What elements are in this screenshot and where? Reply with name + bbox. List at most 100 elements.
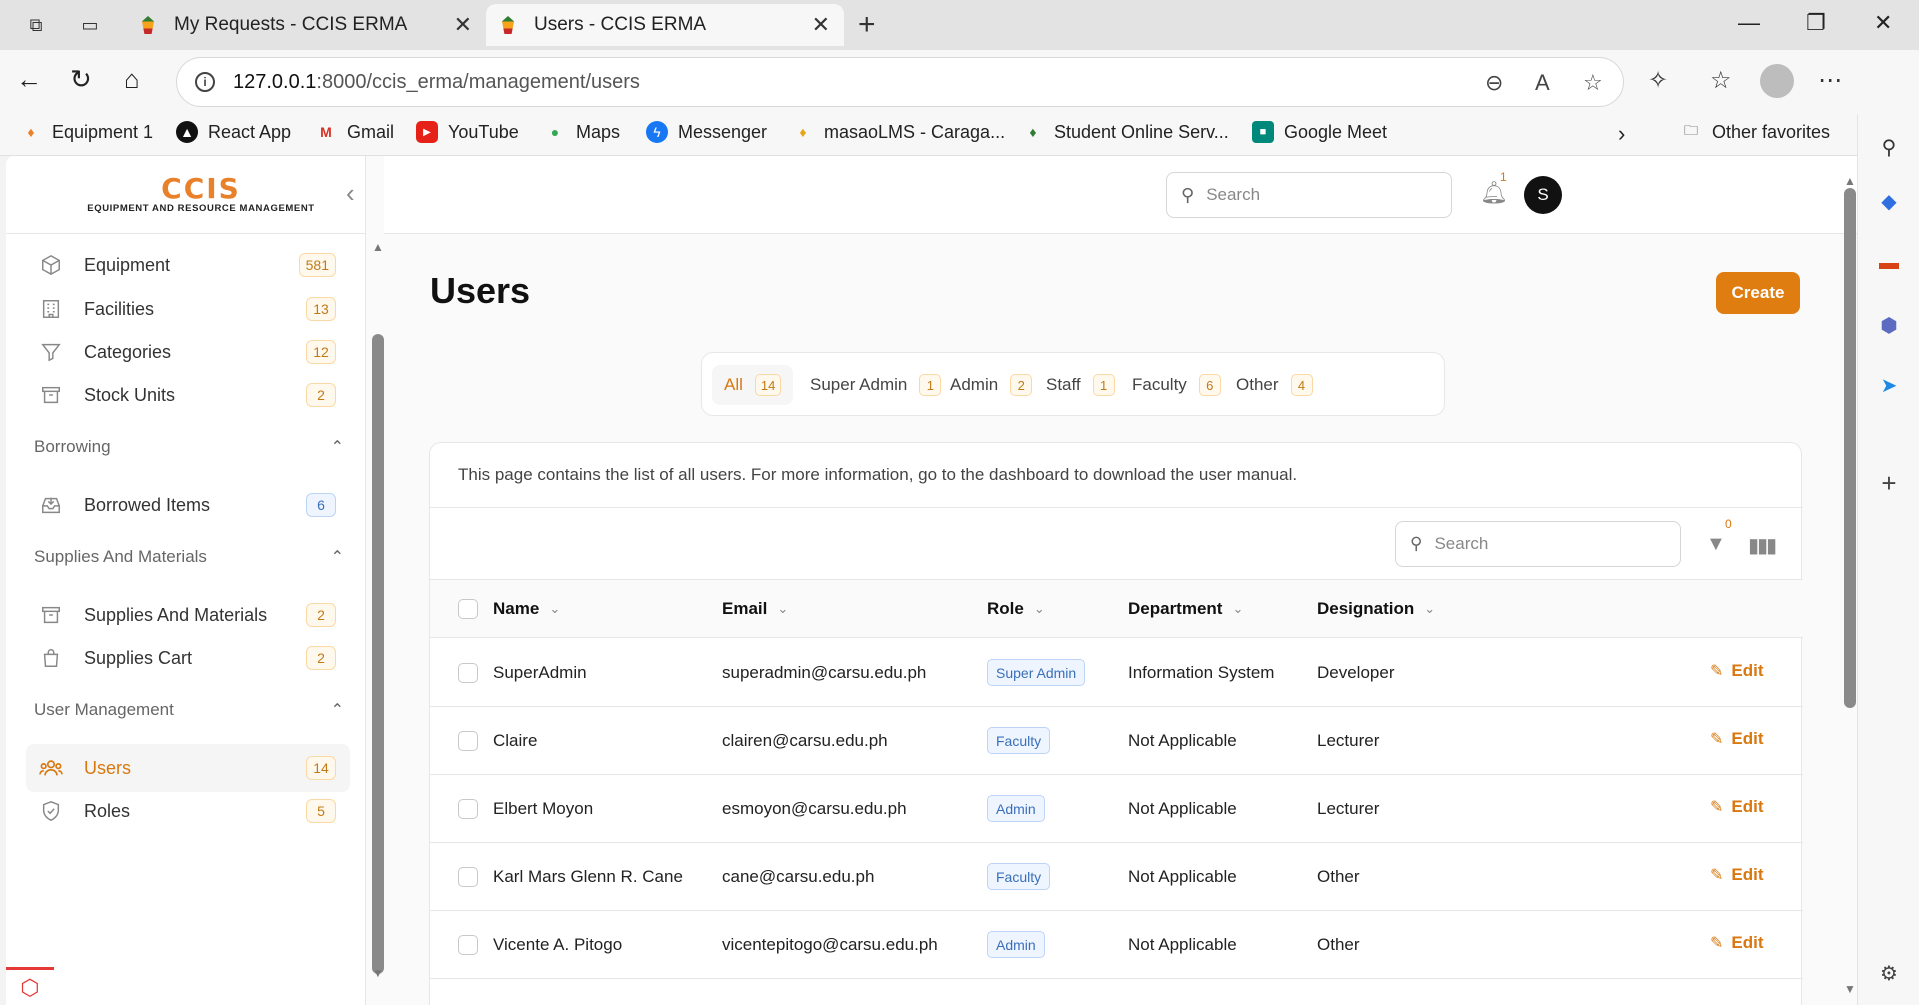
sidebar-scrollbar[interactable]: ▲ ▼ [372, 240, 384, 980]
main-scrollbar[interactable]: ▲ ▼ [1844, 174, 1856, 996]
settings-gear-icon[interactable]: ⚙ [1876, 960, 1902, 986]
search-icon[interactable]: ⚲ [1876, 134, 1902, 160]
sidebar-item-supplies-and-materials[interactable]: Supplies And Materials 2 [26, 591, 350, 639]
edit-button[interactable]: ✎ Edit [1710, 661, 1764, 681]
close-tab-icon[interactable]: ✕ [454, 12, 472, 38]
edit-button[interactable]: ✎ Edit [1710, 933, 1764, 953]
bookmark-gmail[interactable]: M Gmail [315, 121, 394, 143]
bookmark-messenger[interactable]: ϟ Messenger [646, 121, 767, 143]
extensions-icon[interactable]: ✧ [1648, 66, 1668, 95]
table-search-input[interactable]: ⚲ Search [1395, 521, 1681, 567]
restore-icon[interactable]: ❐ [1806, 10, 1826, 36]
edit-button[interactable]: ✎ Edit [1710, 865, 1764, 885]
group-user-management[interactable]: User Management ⌃ [34, 700, 350, 720]
site-info-icon[interactable]: i [195, 72, 215, 92]
zoom-icon[interactable]: ⊖ [1485, 70, 1503, 96]
toolbox-icon[interactable]: ▬ [1876, 250, 1902, 276]
sidebar-item-stock-units[interactable]: Stock Units 2 [26, 371, 350, 419]
browser-tab-my-requests[interactable]: My Requests - CCIS ERMA ✕ [126, 4, 486, 46]
more-menu-icon[interactable]: ⋯ [1818, 66, 1842, 95]
new-tab-icon[interactable]: + [858, 8, 876, 42]
folder-icon: 🗀 [1684, 122, 1698, 138]
column-header-designation[interactable]: Designation ⌄ [1317, 599, 1435, 619]
shopping-tag-icon[interactable]: ◆ [1876, 188, 1902, 214]
bookmark-react-app[interactable]: ▲ React App [176, 121, 291, 143]
tab-faculty[interactable]: Faculty 6 [1120, 365, 1233, 405]
user-avatar[interactable]: S [1524, 176, 1562, 214]
select-all-checkbox[interactable] [458, 599, 478, 619]
tab-all[interactable]: All 14 [712, 365, 794, 405]
chevron-up-icon[interactable]: ⌃ [331, 437, 344, 457]
laravel-debugbar-icon[interactable]: ⬡ [6, 967, 54, 1005]
bookmarks-overflow-icon[interactable]: › [1618, 121, 1625, 147]
tab-super-admin[interactable]: Super Admin 1 [798, 365, 953, 405]
reload-icon[interactable]: ↻ [70, 64, 92, 95]
tab-admin[interactable]: Admin 2 [938, 365, 1044, 405]
add-icon[interactable]: + [1876, 468, 1902, 498]
row-checkbox[interactable] [458, 731, 478, 751]
profile-avatar[interactable] [1760, 64, 1794, 98]
group-supplies[interactable]: Supplies And Materials ⌃ [34, 547, 350, 567]
bookmark-youtube[interactable]: ▶ YouTube [416, 121, 519, 143]
sidebar-item-categories[interactable]: Categories 12 [26, 328, 350, 376]
edit-button[interactable]: ✎ Edit [1710, 729, 1764, 749]
app-logo[interactable]: CCIS EQUIPMENT AND RESOURCE MANAGEMENT [66, 172, 336, 214]
sidebar-scroll-thumb[interactable] [372, 334, 384, 974]
tab-other[interactable]: Other 4 [1224, 365, 1325, 405]
row-checkbox[interactable] [458, 663, 478, 683]
cell-name: Claire [493, 731, 538, 750]
bookmark-masaolms[interactable]: ♦ masaoLMS - Caraga... [792, 121, 1005, 143]
scroll-down-icon[interactable]: ▼ [1844, 982, 1856, 996]
tab-actions-icon[interactable]: ▭ [76, 11, 104, 39]
column-header-email[interactable]: Email ⌄ [722, 599, 788, 619]
sidebar-item-roles[interactable]: Roles 5 [26, 787, 350, 835]
column-header-name[interactable]: Name ⌄ [493, 599, 560, 619]
workspaces-icon[interactable]: ⧉ [22, 11, 50, 39]
collapse-sidebar-icon[interactable]: ‹ [346, 178, 355, 209]
office-icon[interactable]: ⬢ [1876, 312, 1902, 338]
bookmark-google-meet[interactable]: ■ Google Meet [1252, 121, 1387, 143]
chevron-up-icon[interactable]: ⌃ [331, 547, 344, 567]
group-borrowing[interactable]: Borrowing ⌃ [34, 437, 350, 457]
close-tab-icon[interactable]: ✕ [812, 12, 830, 38]
home-icon[interactable]: ⌂ [124, 64, 140, 95]
filter-icon[interactable]: ▼ [1706, 533, 1726, 556]
column-header-department[interactable]: Department ⌄ [1128, 599, 1243, 619]
global-search-input[interactable]: ⚲ Search [1166, 172, 1452, 218]
scroll-up-icon[interactable]: ▲ [372, 240, 384, 254]
column-header-role[interactable]: Role ⌄ [987, 599, 1045, 619]
bookmark-maps[interactable]: ● Maps [544, 121, 620, 143]
tab-staff[interactable]: Staff 1 [1034, 365, 1127, 405]
favorites-icon[interactable]: ☆ [1710, 66, 1732, 95]
back-icon[interactable]: ← [16, 64, 42, 95]
sidebar-item-borrowed-items[interactable]: Borrowed Items 6 [26, 481, 350, 529]
create-button[interactable]: Create [1716, 272, 1800, 314]
shield-icon [38, 798, 64, 824]
sidebar-item-supplies-cart[interactable]: Supplies Cart 2 [26, 634, 350, 682]
row-checkbox[interactable] [458, 799, 478, 819]
main-scroll-thumb[interactable] [1844, 188, 1856, 708]
tab-count: 2 [1010, 374, 1033, 396]
edit-button[interactable]: ✎ Edit [1710, 797, 1764, 817]
row-checkbox[interactable] [458, 935, 478, 955]
scroll-down-icon[interactable]: ▼ [372, 966, 384, 980]
browser-tab-users[interactable]: Users - CCIS ERMA ✕ [486, 4, 844, 46]
cell-email: superadmin@carsu.edu.ph [722, 663, 927, 682]
read-aloud-icon[interactable]: A [1535, 70, 1550, 96]
columns-toggle-icon[interactable]: ▮▮▮ [1748, 533, 1777, 558]
sidebar-item-facilities[interactable]: Facilities 13 [26, 285, 350, 333]
bookmark-other-favorites[interactable]: 🗀 Other favorites [1680, 121, 1830, 143]
sidebar-item-users[interactable]: Users 14 [26, 744, 350, 792]
minimize-icon[interactable]: — [1738, 10, 1760, 36]
bookmark-student-online[interactable]: ♦ Student Online Serv... [1022, 121, 1228, 143]
url-input[interactable]: i 127.0.0.1:8000/ccis_erma/management/us… [176, 57, 1624, 107]
sidebar-item-equipment[interactable]: Equipment 581 [26, 241, 350, 289]
bookmark-equipment-1[interactable]: ♦ Equipment 1 [20, 121, 153, 143]
chevron-up-icon[interactable]: ⌃ [331, 700, 344, 720]
row-checkbox[interactable] [458, 867, 478, 887]
scroll-up-icon[interactable]: ▲ [1844, 174, 1856, 188]
close-window-icon[interactable]: ✕ [1874, 10, 1892, 36]
telegram-icon[interactable]: ➤ [1876, 372, 1902, 398]
favorite-star-icon[interactable]: ☆ [1583, 70, 1603, 96]
youtube-icon: ▶ [416, 121, 438, 143]
